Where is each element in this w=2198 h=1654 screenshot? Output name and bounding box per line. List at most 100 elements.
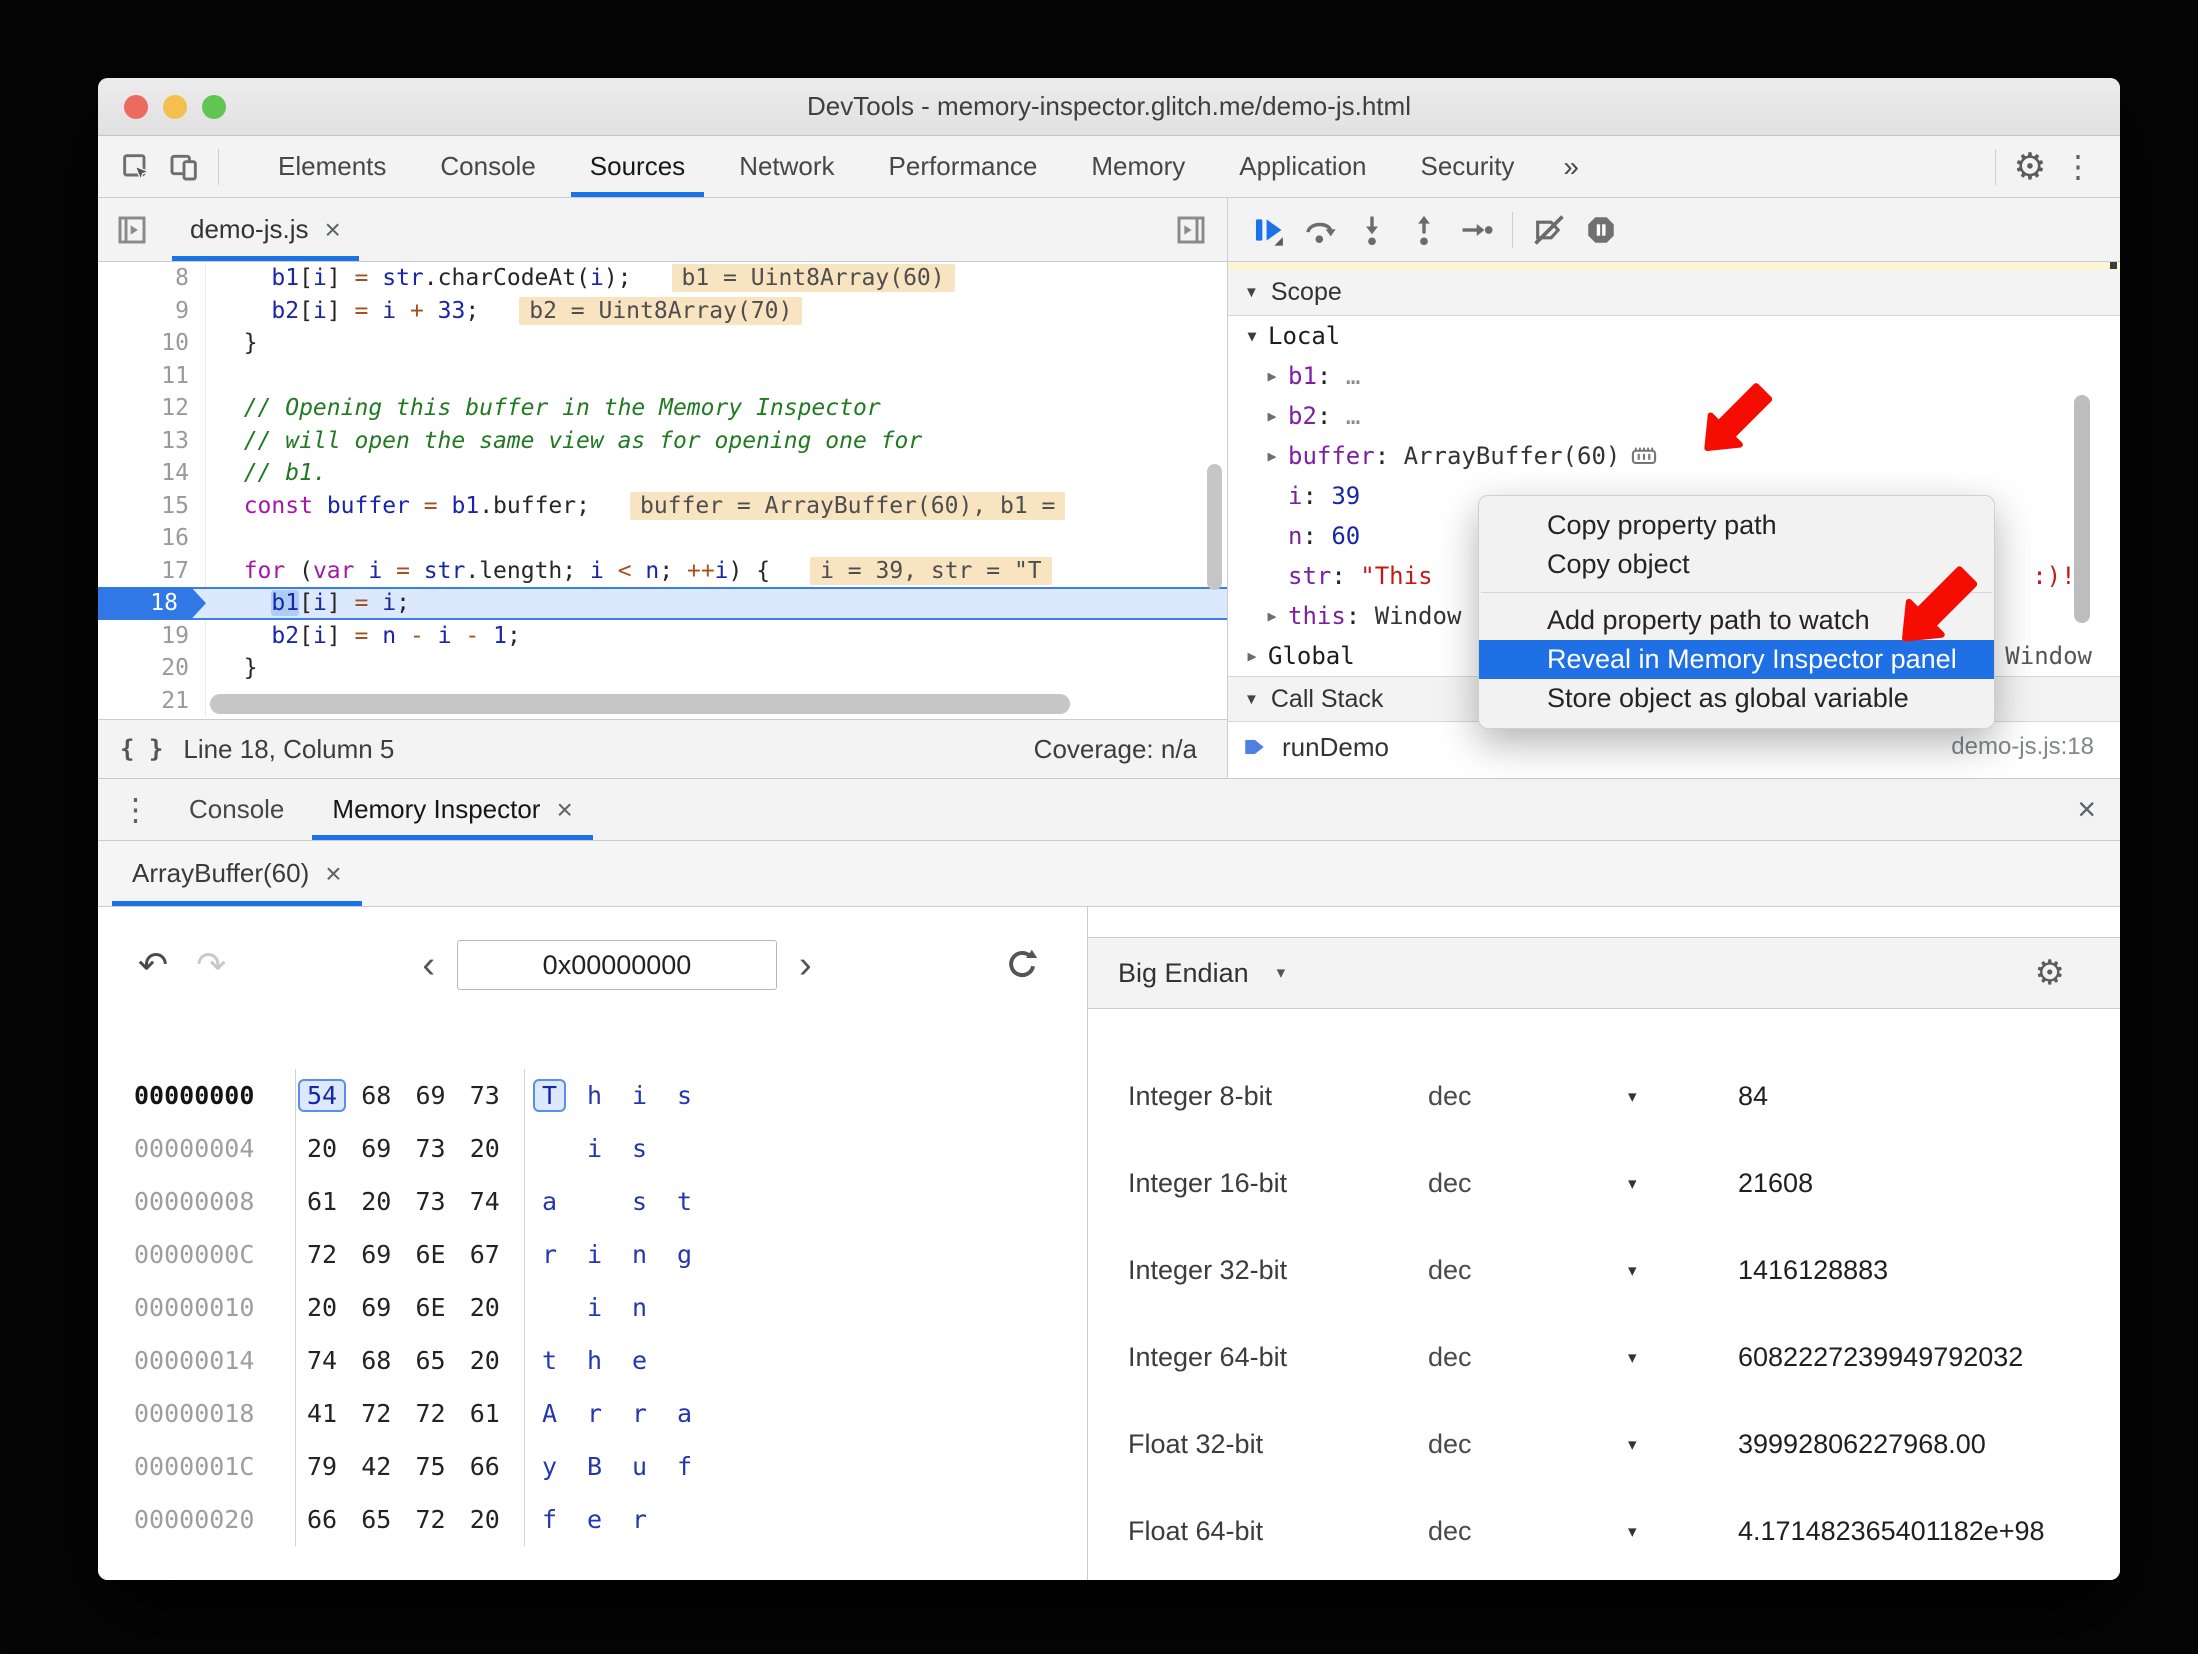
close-file-tab-icon[interactable]: × bbox=[324, 214, 340, 246]
radix-select[interactable]: dec bbox=[1428, 1081, 1628, 1112]
chevron-down-icon[interactable]: ▾ bbox=[1628, 1261, 1738, 1281]
drawer-menu-kebab-icon[interactable]: ⋮ bbox=[120, 792, 151, 828]
menu-item-store-object-as-global-variable[interactable]: Store object as global variable bbox=[1479, 679, 1994, 718]
hex-byte[interactable]: 67 bbox=[470, 1238, 524, 1271]
resume-script-icon[interactable] bbox=[1242, 206, 1294, 254]
sidebar-vertical-scrollbar[interactable] bbox=[2074, 395, 2090, 623]
code-line[interactable]: 19 b2[i] = n - i - 1; bbox=[98, 619, 1227, 652]
step-out-icon[interactable] bbox=[1398, 206, 1450, 254]
hex-byte[interactable]: 66 bbox=[470, 1450, 524, 1483]
tab-sources[interactable]: Sources bbox=[563, 136, 712, 197]
code-line[interactable]: 20 } bbox=[98, 652, 1227, 685]
tab-network[interactable]: Network bbox=[712, 136, 861, 197]
ascii-char[interactable]: r bbox=[632, 1503, 677, 1536]
ascii-char[interactable]: a bbox=[542, 1185, 587, 1218]
call-stack-frame[interactable]: runDemo demo-js.js:18 bbox=[1228, 722, 2120, 772]
ascii-char[interactable] bbox=[677, 1344, 722, 1377]
radix-select[interactable]: dec bbox=[1428, 1255, 1628, 1286]
pretty-print-braces-icon[interactable]: { } bbox=[120, 735, 163, 763]
interpreter-settings-gear-icon[interactable]: ⚙ bbox=[2035, 953, 2065, 993]
ascii-char[interactable]: e bbox=[632, 1344, 677, 1377]
chevron-down-icon[interactable]: ▾ bbox=[1628, 1174, 1738, 1194]
more-tabs-button[interactable]: » bbox=[1541, 151, 1601, 183]
scope-local-row[interactable]: ▼ Local bbox=[1228, 316, 2120, 356]
zoom-window-button[interactable] bbox=[202, 94, 226, 119]
hex-byte[interactable]: 61 bbox=[470, 1397, 524, 1430]
deactivate-breakpoints-icon[interactable] bbox=[1523, 206, 1575, 254]
show-navigator-icon[interactable] bbox=[108, 206, 156, 254]
chevron-down-icon[interactable]: ▾ bbox=[1628, 1087, 1738, 1107]
ascii-char[interactable]: n bbox=[632, 1291, 677, 1324]
expand-triangle-icon[interactable]: ▶ bbox=[1236, 647, 1268, 665]
file-tab-demo-js[interactable]: demo-js.js × bbox=[170, 198, 361, 261]
line-number[interactable]: 15 bbox=[98, 489, 206, 522]
code-line[interactable]: 12 // Opening this buffer in the Memory … bbox=[98, 392, 1227, 425]
hex-byte[interactable]: 20 bbox=[470, 1503, 524, 1536]
address-input[interactable] bbox=[457, 940, 777, 990]
expand-triangle-icon[interactable]: ▶ bbox=[1256, 447, 1288, 465]
pause-on-exceptions-icon[interactable] bbox=[1575, 206, 1627, 254]
radix-select[interactable]: dec bbox=[1428, 1516, 1628, 1547]
previous-page-icon[interactable]: ‹ bbox=[422, 944, 435, 987]
expand-triangle-icon[interactable]: ▶ bbox=[1256, 407, 1288, 425]
line-number[interactable]: 20 bbox=[98, 652, 206, 685]
line-number[interactable]: 14 bbox=[98, 457, 206, 490]
line-number[interactable]: 13 bbox=[98, 424, 206, 457]
chevron-down-icon[interactable]: ▾ bbox=[1277, 963, 1286, 983]
hide-debugger-sidebar-icon[interactable] bbox=[1167, 206, 1215, 254]
scope-variable-b1[interactable]: ▶ b1: … bbox=[1228, 356, 2120, 396]
collapse-triangle-icon[interactable]: ▼ bbox=[1236, 327, 1268, 345]
redo-icon[interactable]: ↷ bbox=[196, 947, 226, 983]
horizontal-scrollbar[interactable] bbox=[210, 694, 1070, 714]
tab-console[interactable]: Console bbox=[413, 136, 562, 197]
editor-vertical-scrollbar[interactable] bbox=[1207, 464, 1222, 590]
code-editor[interactable]: 8 b1[i] = str.charCodeAt(i); b1 = Uint8Ar… bbox=[98, 262, 1227, 719]
tab-security[interactable]: Security bbox=[1394, 136, 1542, 197]
hex-byte[interactable]: 20 bbox=[470, 1132, 524, 1165]
settings-gear-icon[interactable]: ⚙ bbox=[2006, 143, 2054, 191]
line-number[interactable]: 11 bbox=[98, 359, 206, 392]
inspect-element-icon[interactable] bbox=[112, 143, 160, 191]
chevron-down-icon[interactable]: ▾ bbox=[1628, 1348, 1738, 1368]
tab-memory[interactable]: Memory bbox=[1064, 136, 1212, 197]
step-icon[interactable] bbox=[1450, 206, 1502, 254]
scope-variable-b2[interactable]: ▶ b2: … bbox=[1228, 396, 2120, 436]
code-line[interactable]: 13 // will open the same view as for ope… bbox=[98, 424, 1227, 457]
frame-location[interactable]: demo-js.js:18 bbox=[1951, 733, 2094, 761]
line-number[interactable]: 21 bbox=[98, 684, 206, 717]
ascii-char[interactable]: f bbox=[677, 1450, 722, 1483]
ascii-char[interactable] bbox=[677, 1503, 722, 1536]
radix-select[interactable]: dec bbox=[1428, 1168, 1628, 1199]
line-number[interactable]: 8 bbox=[98, 262, 206, 295]
step-into-icon[interactable] bbox=[1346, 206, 1398, 254]
code-line[interactable]: 16 bbox=[98, 522, 1227, 555]
tab-elements[interactable]: Elements bbox=[251, 136, 413, 197]
undo-icon[interactable]: ↶ bbox=[138, 947, 168, 983]
line-number[interactable]: 10 bbox=[98, 327, 206, 360]
hex-byte[interactable]: 74 bbox=[470, 1185, 524, 1218]
ascii-char[interactable] bbox=[677, 1291, 722, 1324]
code-line[interactable]: 18 b1[i] = i; bbox=[98, 587, 1227, 620]
close-drawer-icon[interactable]: × bbox=[2077, 791, 2096, 828]
hex-byte[interactable]: 20 bbox=[470, 1291, 524, 1324]
minimize-window-button[interactable] bbox=[163, 94, 187, 119]
ascii-char[interactable]: a bbox=[677, 1397, 722, 1430]
step-over-icon[interactable] bbox=[1294, 206, 1346, 254]
endianness-select[interactable]: Big Endian bbox=[1118, 958, 1249, 989]
chevron-down-icon[interactable]: ▾ bbox=[1628, 1522, 1738, 1542]
radix-select[interactable]: dec bbox=[1428, 1342, 1628, 1373]
code-line[interactable]: 8 b1[i] = str.charCodeAt(i); b1 = Uint8Ar… bbox=[98, 262, 1227, 295]
memory-inspector-chip-icon[interactable] bbox=[1630, 442, 1658, 470]
line-number[interactable]: 19 bbox=[98, 619, 206, 652]
inspector-tab-arraybuffer-60[interactable]: ArrayBuffer(60) × bbox=[110, 841, 364, 906]
execution-line-badge[interactable]: 18 bbox=[98, 587, 206, 620]
next-page-icon[interactable]: › bbox=[799, 944, 812, 987]
line-number[interactable]: 12 bbox=[98, 392, 206, 425]
menu-item-copy-property-path[interactable]: Copy property path bbox=[1479, 506, 1994, 545]
close-window-button[interactable] bbox=[124, 94, 148, 119]
ascii-char[interactable]: t bbox=[677, 1185, 722, 1218]
drawer-tab-console[interactable]: Console bbox=[165, 779, 308, 840]
tab-performance[interactable]: Performance bbox=[862, 136, 1065, 197]
main-menu-kebab-icon[interactable]: ⋮ bbox=[2054, 143, 2102, 191]
code-line[interactable]: 14 // b1. bbox=[98, 457, 1227, 490]
